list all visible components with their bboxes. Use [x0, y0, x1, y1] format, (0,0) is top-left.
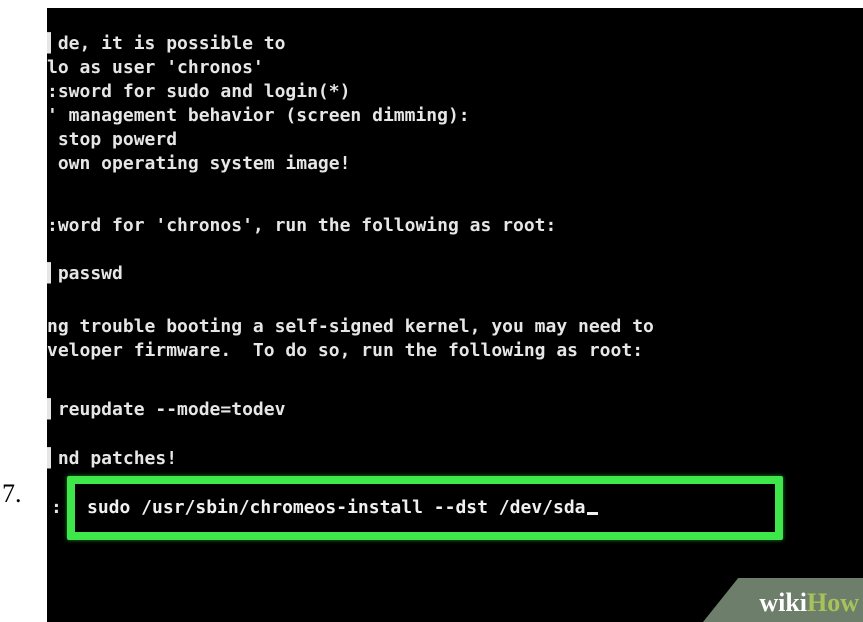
terminal-line: ▍passwd: [47, 263, 123, 284]
page: 7. ▍de, it is possible to lo as user 'ch…: [0, 0, 863, 622]
terminal-line: lo as user 'chronos': [47, 57, 264, 78]
terminal-line: own operating system image!: [47, 153, 351, 174]
terminal-line: ▍de, it is possible to: [47, 33, 286, 54]
command-input-line[interactable]: sudo /usr/sbin/chromeos-install --dst /d…: [87, 498, 598, 518]
text-cursor: [586, 512, 598, 515]
terminal-line: ng trouble booting a self-signed kernel,…: [47, 316, 654, 337]
terminal-line: ▍nd patches!: [47, 448, 178, 469]
command-prompt: :: [51, 497, 62, 518]
logo-wiki: wiki: [759, 588, 807, 617]
terminal-line: ' management behavior (screen dimming):: [47, 105, 470, 126]
terminal-line: :sword for sudo and login(*): [47, 81, 351, 102]
logo-how: How: [807, 588, 859, 617]
terminal-window[interactable]: ▍de, it is possible to lo as user 'chron…: [47, 8, 863, 622]
command-text: sudo /usr/sbin/chromeos-install --dst /d…: [87, 497, 586, 518]
terminal-line: ▍reupdate --mode=todev: [47, 399, 286, 420]
wikihow-logo: wikiHow: [759, 590, 859, 616]
terminal-line: :word for 'chronos', run the following a…: [47, 215, 557, 236]
terminal-line: veloper firmware. To do so, run the foll…: [47, 340, 644, 361]
terminal-line: stop powerd: [47, 129, 178, 150]
step-number: 7.: [2, 479, 22, 508]
